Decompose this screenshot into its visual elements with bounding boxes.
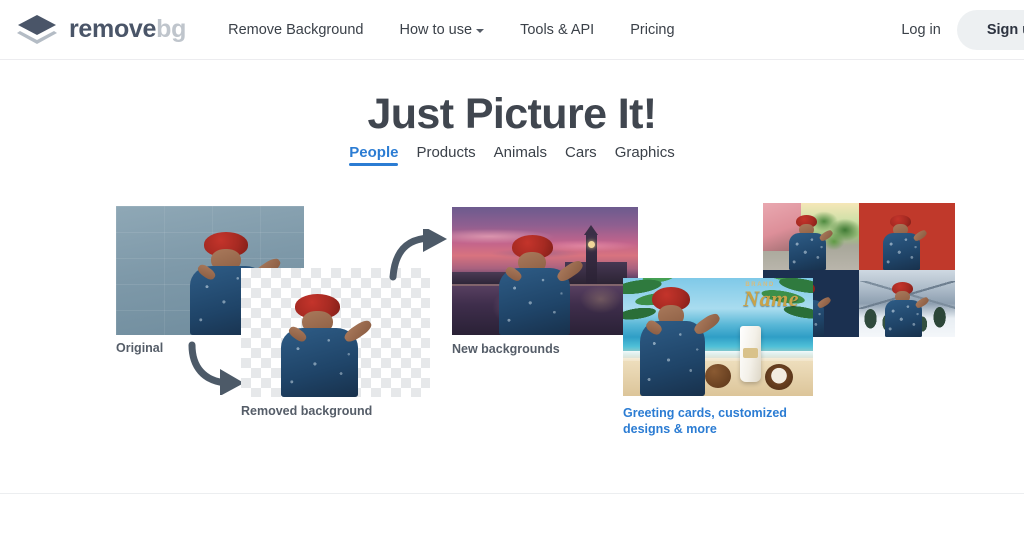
big-ben-tower [584, 224, 599, 284]
variant-snow[interactable] [859, 270, 955, 337]
curved-arrow-up-right-icon [389, 229, 447, 281]
new-backgrounds-caption: New backgrounds [452, 342, 560, 356]
original-caption: Original [116, 341, 164, 355]
variant-red[interactable] [859, 203, 955, 270]
bridge [452, 271, 538, 284]
removed-background-caption: Removed background [241, 404, 373, 418]
transparency-checkerboard [241, 268, 430, 397]
cosmetic-tube [740, 326, 761, 382]
removed-background-image[interactable] [241, 268, 430, 397]
coconut-whole [705, 364, 731, 388]
london-sunset-background [452, 207, 638, 335]
variant-village[interactable] [763, 203, 859, 270]
palm-leaf-left-icon [623, 278, 700, 342]
greeting-cards-link[interactable]: Greeting cards, customized designs & mor… [623, 405, 801, 437]
new-background-image[interactable] [452, 207, 638, 335]
red-solid-background [859, 203, 955, 270]
greeting-card-image[interactable]: BRAND Name [623, 278, 813, 396]
footer-divider [0, 493, 1024, 494]
river-thames [452, 283, 638, 335]
coconut-halved [765, 364, 793, 390]
village-street-background [763, 203, 859, 270]
card-name-text: Name [743, 286, 799, 311]
showcase-stage: Original Removed background New backgrou… [0, 0, 1024, 533]
sea-foam [623, 351, 813, 361]
snowy-mountain-background [859, 270, 955, 337]
